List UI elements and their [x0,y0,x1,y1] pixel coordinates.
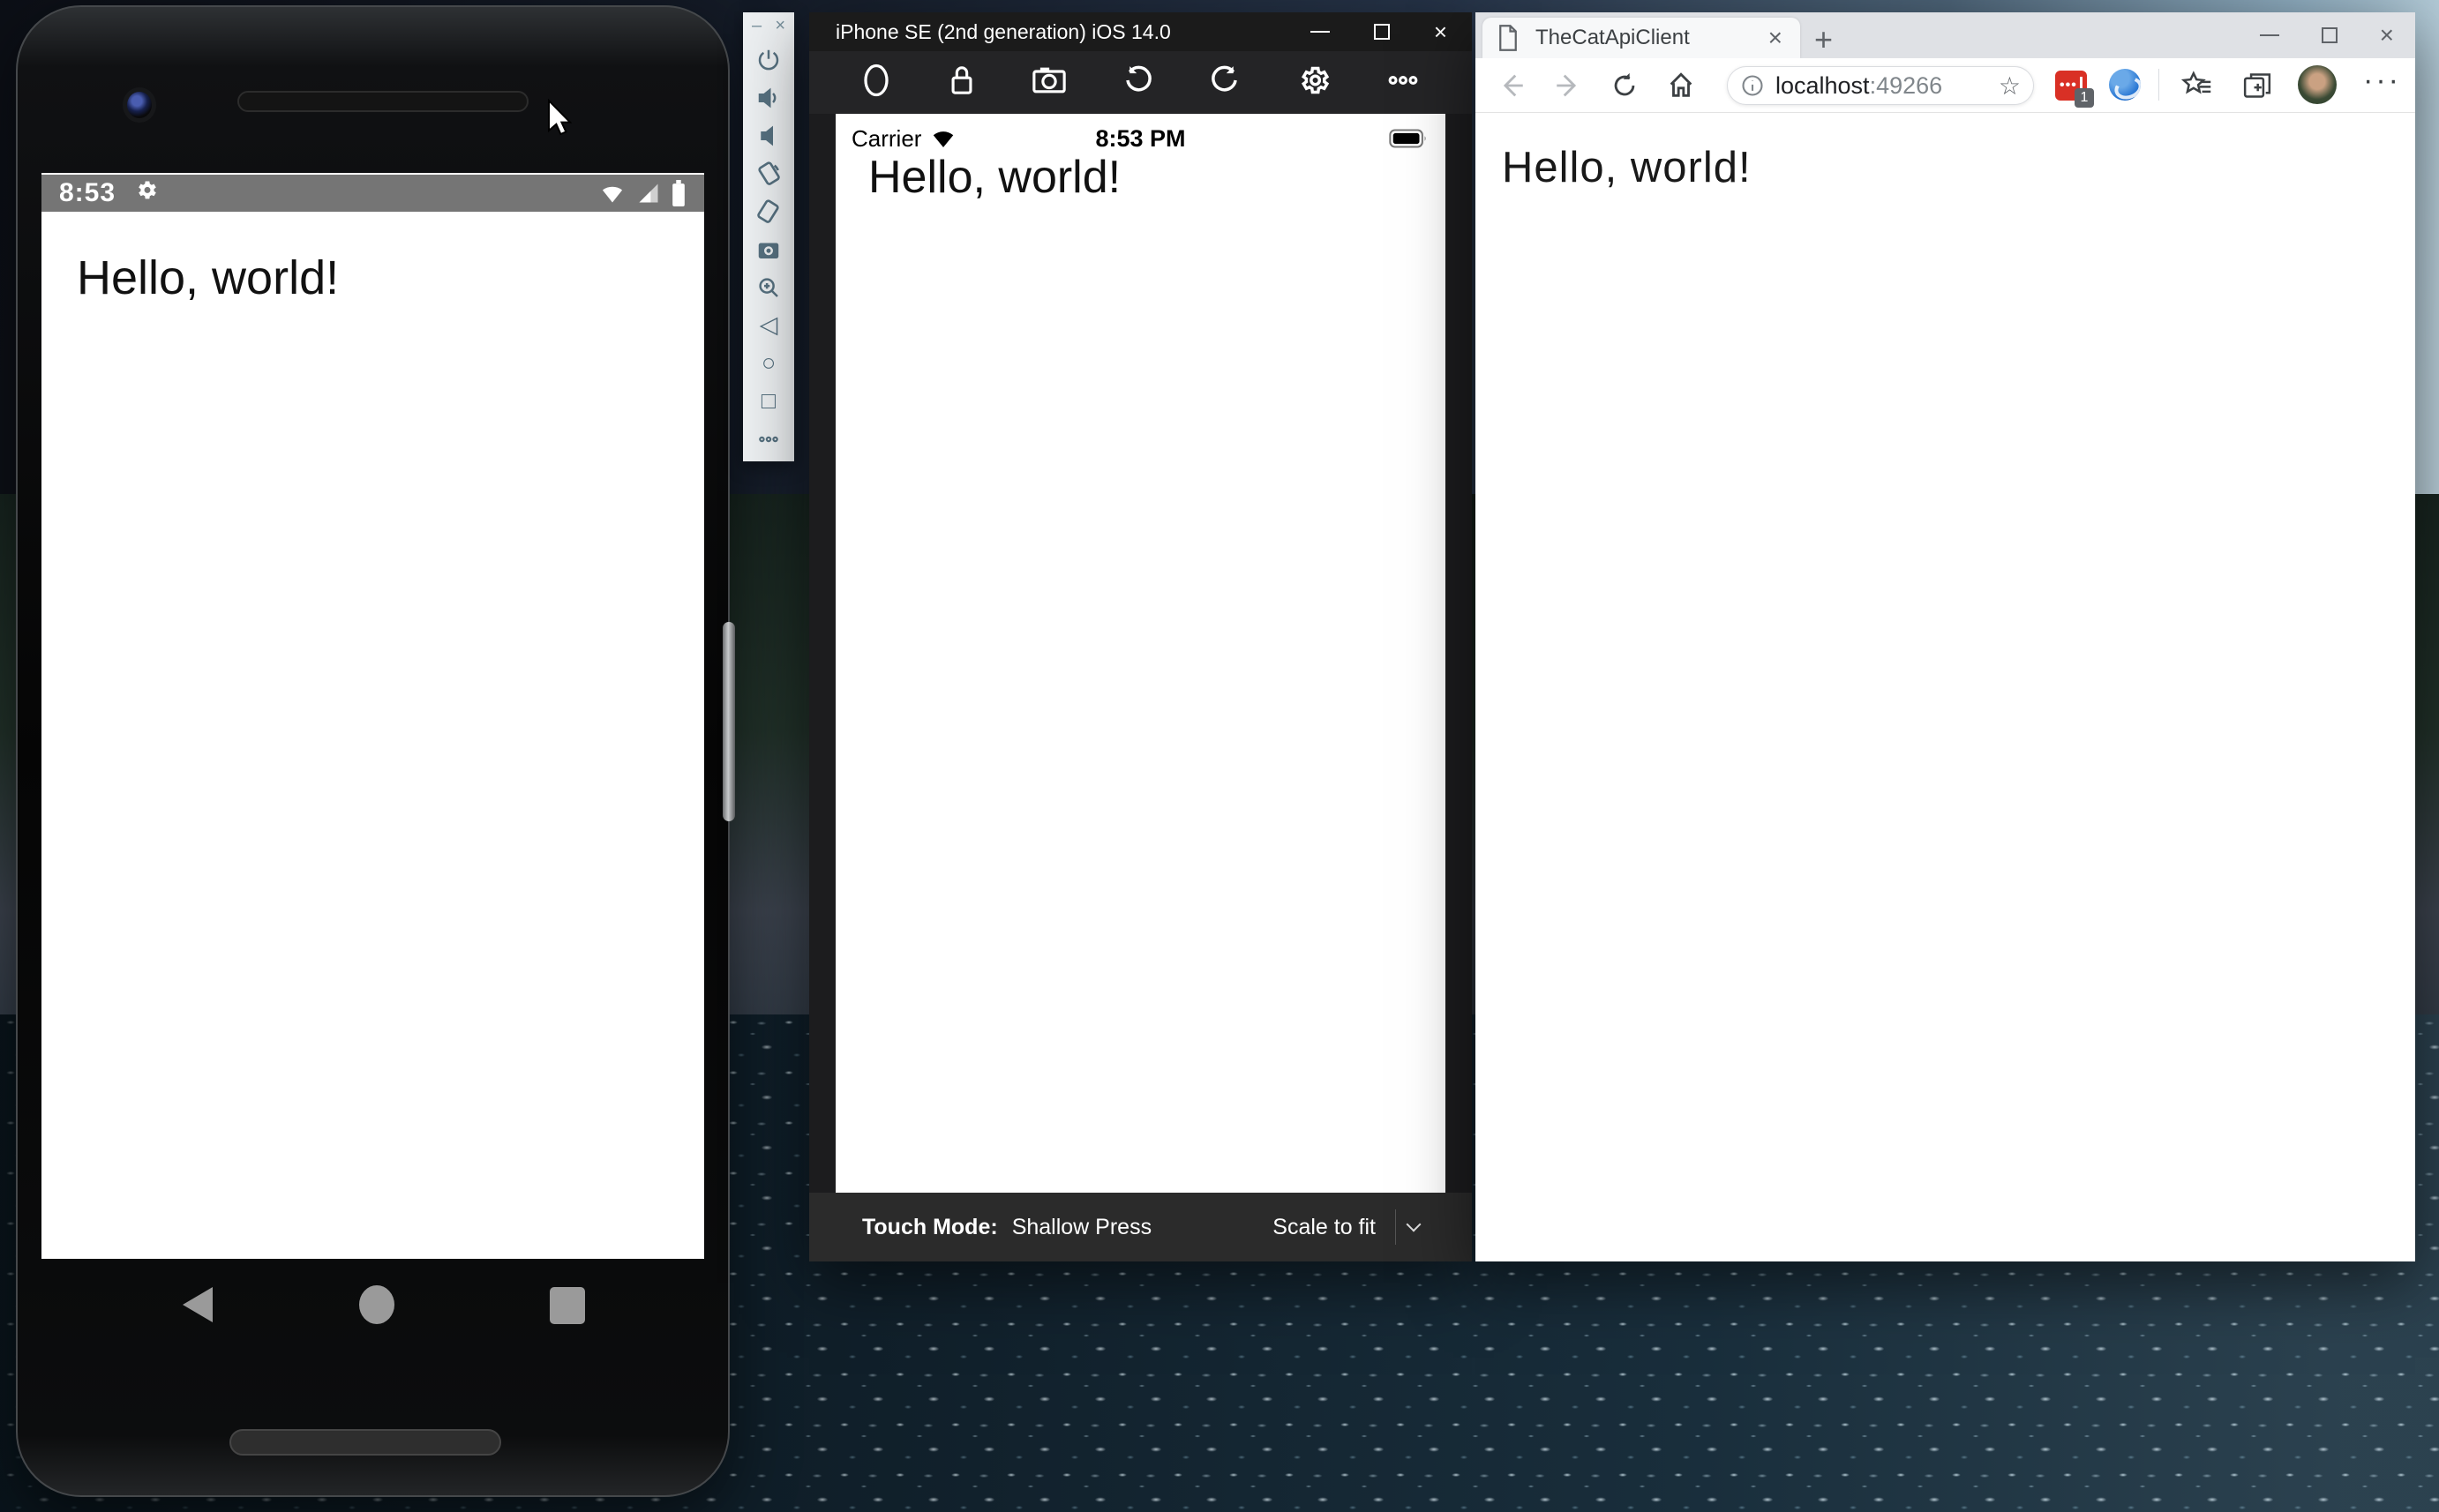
url-text[interactable]: localhost:49266 [1775,72,1942,100]
ios-title-bar: iPhone SE (2nd generation) iOS 14.0 × [809,12,1472,51]
back-button[interactable]: ◁ [743,306,794,344]
emulator-toolbar: – × ◁ ○ □ [743,12,794,461]
ios-simulator-window: iPhone SE (2nd generation) iOS 14.0 × Ca… [809,12,1472,1261]
android-hello-text: Hello, world! [77,251,339,305]
earpiece-speaker [237,91,529,112]
browser-tab[interactable]: TheCatApiClient × [1482,18,1800,58]
extension-blue-globe-icon[interactable] [2109,69,2141,101]
rotate-right-button[interactable] [743,192,794,230]
extension-badge: 1 [2075,88,2094,108]
maximize-icon[interactable] [1374,24,1390,40]
android-status-icons [598,180,687,206]
android-overview-button[interactable] [550,1287,585,1324]
bottom-speaker [229,1429,501,1456]
close-icon[interactable]: × [2380,23,2394,48]
collections-icon[interactable] [2241,71,2273,101]
maximize-icon[interactable] [2322,27,2338,43]
new-tab-button[interactable]: + [1814,21,1833,58]
site-info-icon[interactable] [1740,73,1765,98]
rotate-left-button[interactable] [743,154,794,192]
home-icon[interactable] [860,62,892,103]
signal-icon [635,181,662,206]
minimize-icon[interactable]: – [752,16,762,41]
android-emulator-window: 8:53 Hello, world! [16,5,730,1497]
toolbar-divider [2158,69,2159,101]
zoom-button[interactable] [743,268,794,306]
phone-power-button [723,622,735,821]
android-clock: 8:53 [59,178,116,208]
extension-red-icon[interactable]: ••• 1 [2055,71,2087,101]
address-bar[interactable]: localhost:49266 ☆ [1727,66,2034,105]
wifi-icon [598,181,627,206]
volume-down-button[interactable] [743,116,794,154]
more-options-icon[interactable] [743,420,794,458]
ios-hello-text: Hello, world! [868,151,1121,204]
screenshot-camera-icon[interactable] [1032,64,1067,101]
browser-content: Hello, world! [1475,113,2415,1261]
rotate-right-icon[interactable] [1209,64,1242,101]
add-favorite-star-icon[interactable]: ☆ [1999,71,2021,101]
settings-gear-icon[interactable] [1297,64,1331,101]
touch-mode-label: Touch Mode: [862,1215,998,1240]
minimize-icon[interactable] [2260,34,2279,36]
more-options-icon[interactable] [1385,64,1421,101]
extension-red-bar [2080,77,2083,89]
front-camera [123,87,156,123]
tab-close-icon[interactable]: × [1765,24,1786,52]
home-button[interactable]: ○ [743,344,794,382]
android-status-bar: 8:53 [41,175,704,212]
forward-icon[interactable] [1553,71,1583,101]
page-favicon-icon [1497,25,1520,51]
ios-clock: 8:53 PM [836,125,1445,153]
minimize-icon[interactable] [1310,31,1330,33]
browser-window-controls: × [2260,12,2394,58]
touch-mode-value: Shallow Press [1012,1215,1152,1240]
refresh-icon[interactable] [1610,71,1640,101]
chevron-down-icon [1407,1217,1422,1232]
ios-screen: Carrier 8:53 PM Hello, world! [836,114,1445,1193]
gear-icon [135,178,160,209]
rotate-left-icon[interactable] [1121,64,1154,101]
browser-window: TheCatApiClient × + × localhost:49266 ☆ … [1475,12,2415,1261]
browser-nav-buttons [1497,71,1696,101]
ios-window-title: iPhone SE (2nd generation) iOS 14.0 [836,20,1171,44]
lock-icon[interactable] [947,63,977,102]
overview-button[interactable]: □ [743,382,794,420]
ios-window-controls: × [1310,12,1447,51]
profile-avatar[interactable] [2298,65,2337,104]
ios-simulator-toolbar [809,51,1472,114]
scale-to-fit-dropdown[interactable]: Scale to fit [1272,1209,1419,1245]
battery-icon [671,180,687,206]
home-icon[interactable] [1666,71,1696,101]
divider [1395,1209,1396,1245]
power-button[interactable] [743,41,794,79]
ios-bottom-bar: Touch Mode: Shallow Press Scale to fit [809,1193,1472,1261]
favorites-bar-icon[interactable] [2181,71,2213,101]
settings-menu-icon[interactable]: ··· [2363,64,2401,98]
android-back-button[interactable] [183,1287,213,1322]
browser-toolbar: localhost:49266 ☆ ••• 1 ··· [1475,58,2415,113]
tab-title: TheCatApiClient [1535,26,1765,50]
mouse-cursor [547,99,577,141]
close-icon[interactable]: × [1434,20,1447,43]
android-home-button[interactable] [359,1285,394,1324]
android-screen: 8:53 Hello, world! [41,173,704,1259]
browser-hello-text: Hello, world! [1502,143,1752,192]
close-icon[interactable]: × [775,16,785,41]
android-nav-bar [41,1264,704,1370]
scale-to-fit-label: Scale to fit [1272,1215,1376,1240]
browser-tab-bar: TheCatApiClient × + × [1475,12,2415,58]
back-icon[interactable] [1497,71,1527,101]
volume-up-button[interactable] [743,79,794,116]
emulator-toolbar-window-controls: – × [743,12,794,41]
screenshot-button[interactable] [743,230,794,268]
